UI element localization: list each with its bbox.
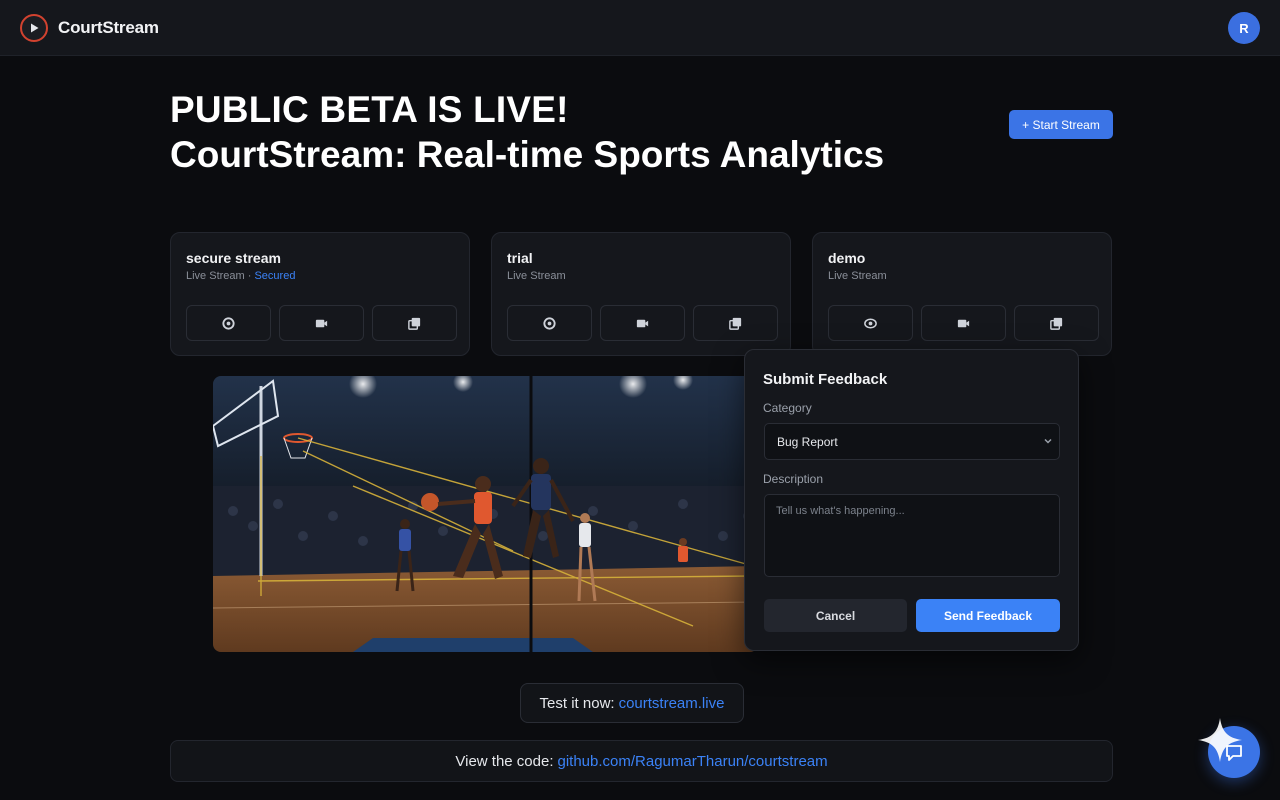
test-it-now-banner: Test it now: courtstream.live	[520, 683, 744, 723]
camera-button[interactable]	[279, 305, 364, 341]
test-prefix: Test it now:	[539, 694, 615, 712]
hero-heading: PUBLIC BETA IS LIVE! CourtStream: Real-t…	[170, 88, 884, 178]
copy-icon	[729, 317, 742, 330]
chevron-down-icon	[1044, 438, 1052, 444]
stream-card-trial[interactable]: trial Live Stream	[491, 232, 791, 356]
view-stream-button[interactable]	[507, 305, 592, 341]
view-code-banner: View the code: github.com/RagumarTharun/…	[170, 740, 1113, 782]
stream-subtitle: Live Stream	[828, 270, 887, 282]
copy-icon	[1050, 317, 1063, 330]
brand[interactable]: CourtStream	[20, 14, 159, 42]
camera-icon	[315, 319, 328, 327]
description-input[interactable]	[764, 494, 1060, 577]
camera-button[interactable]	[600, 305, 685, 341]
camera-icon	[957, 319, 970, 327]
category-value: Bug Report	[777, 434, 838, 449]
camera-icon	[636, 319, 649, 327]
eye-icon	[222, 316, 235, 330]
camera-button[interactable]	[921, 305, 1006, 341]
stream-actions	[507, 305, 778, 341]
app-name: CourtStream	[58, 18, 159, 37]
stream-card-secure[interactable]: secure stream Live Stream · Secured	[170, 232, 470, 356]
category-select[interactable]: Bug Report	[764, 423, 1060, 460]
copy-icon	[408, 317, 421, 330]
live-video-preview[interactable]	[213, 376, 758, 652]
play-logo-icon	[20, 14, 48, 42]
eye-icon	[864, 318, 877, 328]
stream-card-demo[interactable]: demo Live Stream	[812, 232, 1112, 356]
site-link[interactable]: courtstream.live	[619, 695, 725, 712]
stream-title: secure stream	[186, 250, 281, 266]
secured-badge: Secured	[254, 270, 296, 282]
feedback-modal: Submit Feedback Category Bug Report Desc…	[744, 349, 1079, 651]
user-avatar[interactable]: R	[1228, 12, 1260, 44]
sparkle-icon	[1198, 718, 1242, 762]
beta-announcement: PUBLIC BETA IS LIVE!	[170, 89, 569, 130]
eye-icon	[543, 316, 556, 330]
start-stream-button[interactable]: + Start Stream	[1009, 110, 1113, 139]
category-label: Category	[763, 401, 812, 415]
stream-title: trial	[507, 250, 533, 266]
code-prefix: View the code:	[455, 752, 554, 770]
top-navigation-bar: CourtStream R	[0, 0, 1280, 56]
copy-link-button[interactable]	[372, 305, 457, 341]
copy-link-button[interactable]	[693, 305, 778, 341]
description-label: Description	[763, 472, 824, 486]
stream-title: demo	[828, 250, 866, 266]
stream-subtitle: Live Stream	[507, 270, 566, 282]
view-stream-button[interactable]	[186, 305, 271, 341]
send-feedback-button[interactable]: Send Feedback	[916, 599, 1060, 632]
hero-subtitle: CourtStream: Real-time Sports Analytics	[170, 134, 885, 175]
copy-link-button[interactable]	[1014, 305, 1099, 341]
github-link[interactable]: github.com/RagumarTharun/courtstream	[558, 753, 828, 770]
cancel-button[interactable]: Cancel	[764, 599, 907, 632]
modal-title: Submit Feedback	[763, 371, 888, 388]
stream-actions	[186, 305, 457, 341]
stream-subtitle: Live Stream · Secured	[186, 270, 296, 282]
stream-actions	[828, 305, 1099, 341]
view-stream-button[interactable]	[828, 305, 913, 341]
